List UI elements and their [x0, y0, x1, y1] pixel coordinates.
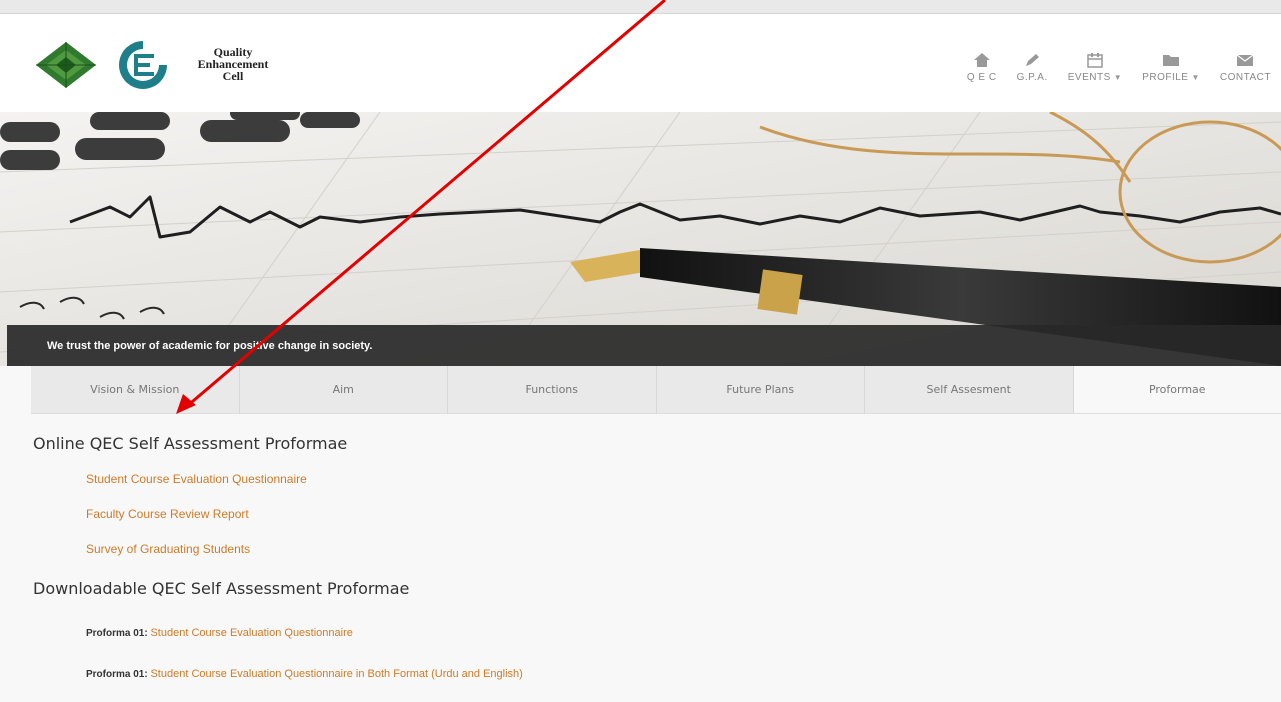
nav-item-events[interactable]: EVENTS ▼	[1068, 52, 1122, 83]
nav-item-gpa[interactable]: G.P.A.	[1017, 52, 1048, 83]
tab-self-assesment[interactable]: Self Assesment	[865, 366, 1074, 413]
tab-future-plans[interactable]: Future Plans	[656, 366, 865, 413]
downloadable-proformae-heading: Downloadable QEC Self Assessment Proform…	[33, 579, 410, 598]
online-proformae-heading: Online QEC Self Assessment Proformae	[33, 434, 348, 453]
site-header: Quality Enhancement Cell Q E C G.P.A. EV…	[0, 14, 1281, 112]
hero-caption: We trust the power of academic for posit…	[47, 340, 373, 352]
nav-item-contact[interactable]: CONTACT	[1220, 52, 1271, 83]
nav-item-qec[interactable]: Q E C	[967, 52, 997, 83]
download-link-student-course-evaluation-both-format[interactable]: Student Course Evaluation Questionnaire …	[150, 668, 522, 680]
nav-label: CONTACT	[1219, 72, 1271, 83]
online-link-survey-graduating[interactable]: Survey of Graduating Students	[86, 542, 250, 556]
browser-top-strip	[0, 0, 1281, 14]
download-item-prefix: Proforma 01:	[86, 628, 151, 639]
online-link-student-course-evaluation[interactable]: Student Course Evaluation Questionnaire	[86, 472, 307, 486]
nav-item-profile[interactable]: PROFILE ▼	[1142, 52, 1200, 83]
nav-label: G.P.A.	[1016, 72, 1048, 83]
section-tabs: Vision & Mission Aim Functions Future Pl…	[31, 366, 1281, 414]
folder-icon	[1163, 55, 1180, 66]
hero-caption-bar: We trust the power of academic for posit…	[7, 325, 1281, 366]
online-link-faculty-course-review[interactable]: Faculty Course Review Report	[86, 507, 249, 521]
download-item: Proforma 01: Student Course Evaluation Q…	[86, 627, 353, 639]
download-item-prefix: Proforma 01:	[86, 669, 151, 680]
logo-line-3: Cell	[222, 69, 244, 83]
chevron-down-icon: ▼	[1113, 73, 1123, 82]
site-logo-text[interactable]: Quality Enhancement Cell	[178, 46, 288, 82]
nav-label: Q E C	[966, 72, 997, 83]
tab-proformae[interactable]: Proformae	[1073, 366, 1281, 413]
download-link-student-course-evaluation[interactable]: Student Course Evaluation Questionnaire	[150, 627, 352, 639]
mail-icon	[1237, 54, 1254, 66]
proformae-content: Online QEC Self Assessment Proformae Stu…	[0, 414, 1281, 702]
download-item: Proforma 01: Student Course Evaluation Q…	[86, 668, 523, 680]
qec-logo-icon[interactable]	[116, 38, 170, 92]
tab-functions[interactable]: Functions	[448, 366, 657, 413]
main-nav: Q E C G.P.A. EVENTS ▼ PROFILE ▼ CONTACT	[947, 52, 1271, 83]
tab-vision-mission[interactable]: Vision & Mission	[31, 366, 240, 413]
pen-icon	[1026, 54, 1040, 66]
nav-label: EVENTS ▼	[1067, 72, 1123, 83]
university-emblem-icon[interactable]	[34, 40, 98, 90]
chevron-down-icon: ▼	[1191, 73, 1200, 82]
calendar-icon	[1087, 53, 1103, 68]
home-icon	[973, 53, 990, 67]
tab-aim[interactable]: Aim	[239, 366, 448, 413]
nav-label: PROFILE ▼	[1142, 72, 1200, 83]
